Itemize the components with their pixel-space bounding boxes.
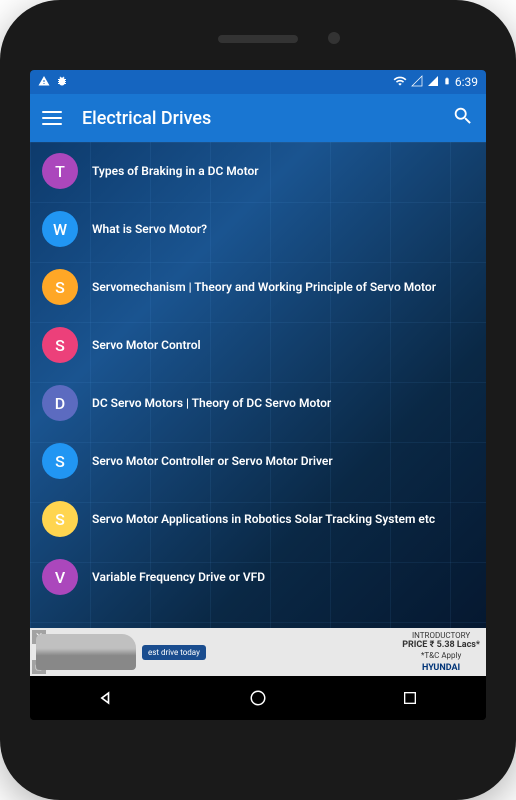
back-button[interactable]	[94, 686, 118, 710]
signal-icon-2	[427, 75, 439, 90]
item-title: Servomechanism | Theory and Working Prin…	[92, 279, 436, 296]
list-item[interactable]: D DC Servo Motors | Theory of DC Servo Mo…	[30, 374, 486, 432]
item-title: Servo Motor Controller or Servo Motor Dr…	[92, 453, 333, 470]
ad-drive-button[interactable]: est drive today	[142, 645, 206, 660]
topic-list: T Types of Braking in a DC Motor W What is …	[30, 142, 486, 606]
bug-icon	[56, 75, 68, 90]
app-title: Electrical Drives	[82, 108, 452, 129]
item-title: Servo Motor Applications in Robotics Sol…	[92, 511, 435, 528]
status-time: 6:39	[455, 75, 478, 89]
phone-camera	[328, 32, 340, 44]
app-bar: Electrical Drives	[30, 94, 486, 142]
list-item[interactable]: W What is Servo Motor?	[30, 200, 486, 258]
item-title: Types of Braking in a DC Motor	[92, 163, 259, 180]
list-item[interactable]: S Servomechanism | Theory and Working Pri…	[30, 258, 486, 316]
phone-frame: 6:39 Electrical Drives T Types of Braking…	[0, 0, 516, 800]
ad-car-image	[36, 634, 136, 670]
avatar: V	[42, 559, 78, 595]
ad-banner[interactable]: ✕ ⓘ est drive today INTRODUCTORY PRICE ₹…	[30, 628, 486, 676]
item-title: Variable Frequency Drive or VFD	[92, 569, 265, 586]
signal-icon	[411, 75, 423, 90]
avatar: S	[42, 443, 78, 479]
avatar: D	[42, 385, 78, 421]
avatar: S	[42, 269, 78, 305]
ad-intro: INTRODUCTORY	[402, 631, 480, 641]
item-title: DC Servo Motors | Theory of DC Servo Mot…	[92, 395, 331, 412]
avatar: S	[42, 327, 78, 363]
ad-price: PRICE ₹ 5.38 Lacs*	[402, 640, 480, 651]
home-button[interactable]	[246, 686, 270, 710]
ad-tc: *T&C Apply	[402, 651, 480, 661]
avatar: W	[42, 211, 78, 247]
list-item[interactable]: S Servo Motor Applications in Robotics So…	[30, 490, 486, 548]
content-area[interactable]: T Types of Braking in a DC Motor W What is …	[30, 142, 486, 628]
search-icon[interactable]	[452, 105, 474, 131]
recents-button[interactable]	[398, 686, 422, 710]
avatar: S	[42, 501, 78, 537]
ad-brand: HYUNDAI	[402, 663, 480, 674]
avatar: T	[42, 153, 78, 189]
battery-icon	[443, 75, 451, 90]
item-title: Servo Motor Control	[92, 337, 201, 354]
list-item[interactable]: S Servo Motor Control	[30, 316, 486, 374]
screen: 6:39 Electrical Drives T Types of Braking…	[30, 70, 486, 720]
menu-icon[interactable]	[42, 111, 62, 125]
status-bar: 6:39	[30, 70, 486, 94]
list-item[interactable]: T Types of Braking in a DC Motor	[30, 142, 486, 200]
list-item[interactable]: S Servo Motor Controller or Servo Motor D…	[30, 432, 486, 490]
item-title: What is Servo Motor?	[92, 221, 207, 238]
ad-text: INTRODUCTORY PRICE ₹ 5.38 Lacs* *T&C App…	[402, 631, 480, 674]
list-item[interactable]: V Variable Frequency Drive or VFD	[30, 548, 486, 606]
warning-icon	[38, 75, 50, 90]
phone-speaker	[218, 35, 298, 43]
nav-bar	[30, 676, 486, 720]
wifi-icon	[393, 74, 407, 91]
